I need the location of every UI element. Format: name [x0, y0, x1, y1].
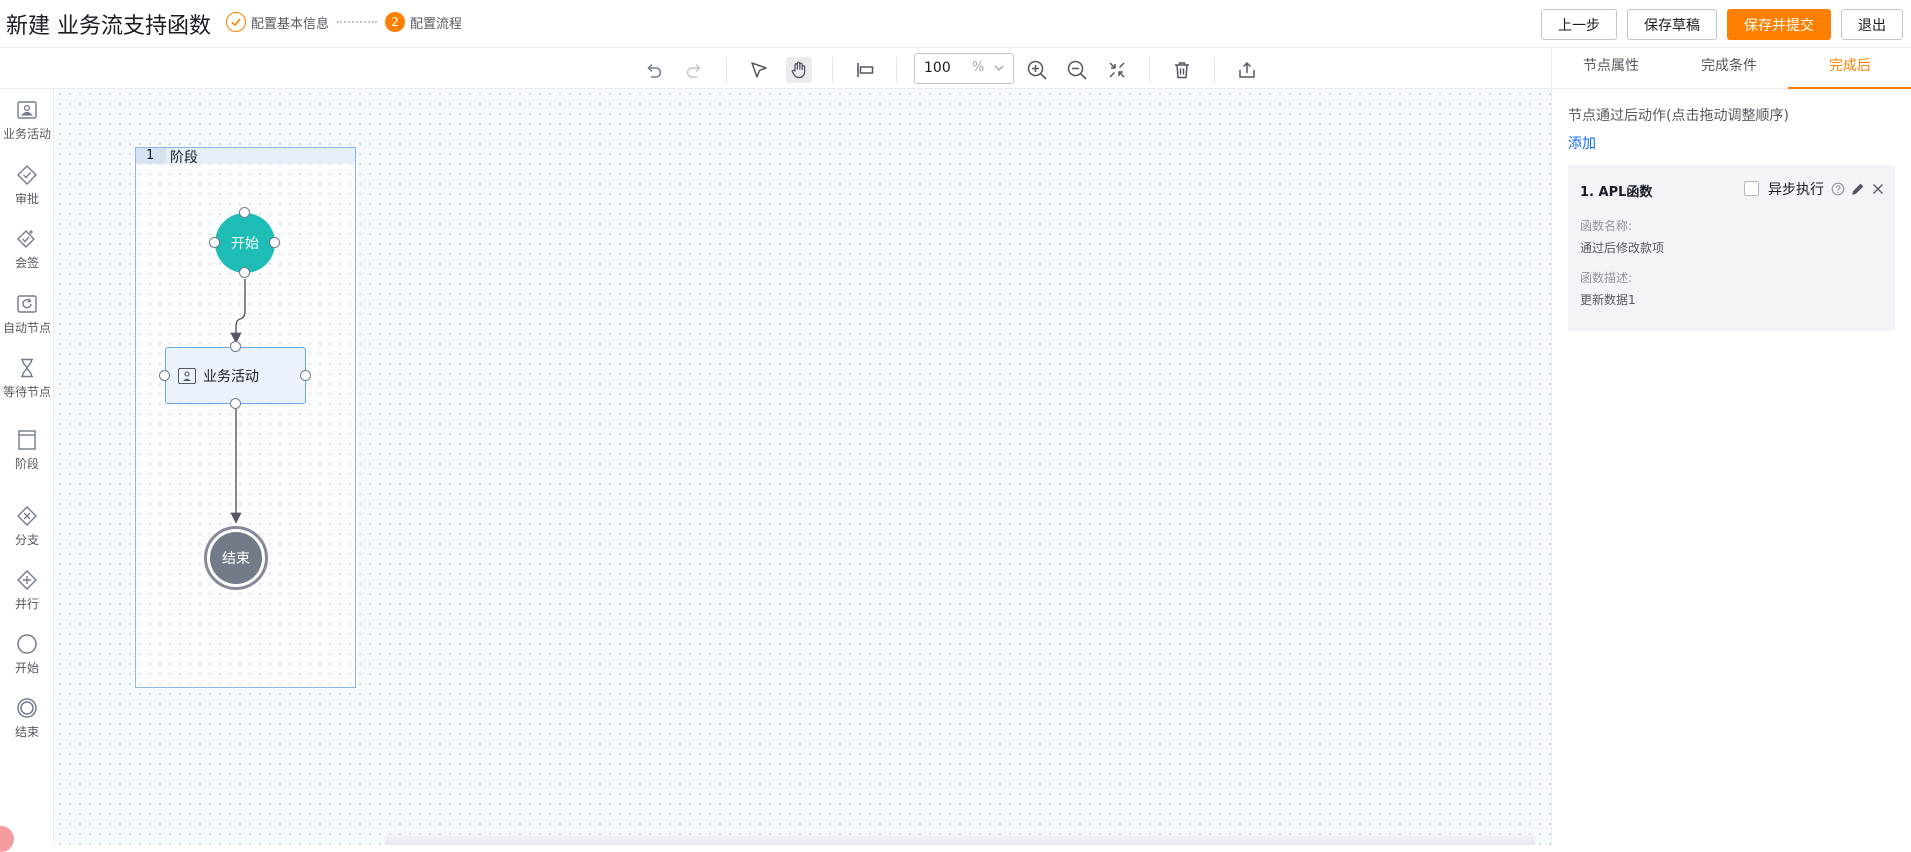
- edit-icon[interactable]: [1851, 181, 1865, 200]
- connection-port[interactable]: [269, 237, 280, 248]
- panel-tabs: 节点属性 完成条件 完成后: [1552, 49, 1911, 89]
- start-node-label: 开始: [231, 236, 259, 252]
- select-arrow-icon[interactable]: [746, 57, 772, 83]
- save-draft-button[interactable]: 保存草稿: [1627, 9, 1717, 40]
- tab-after-completion[interactable]: 完成后: [1788, 49, 1911, 89]
- start-circle-icon: [17, 634, 37, 654]
- connection-port[interactable]: [209, 237, 220, 248]
- connection-port[interactable]: [239, 207, 250, 218]
- tab-completion-conditions[interactable]: 完成条件: [1670, 49, 1788, 89]
- palette-item-countersign[interactable]: 会签: [0, 228, 54, 271]
- hourglass-icon: [21, 358, 33, 378]
- zoom-unit: %: [972, 60, 985, 75]
- undo-icon[interactable]: [641, 57, 667, 83]
- toolbar-divider: [726, 57, 727, 83]
- help-icon[interactable]: [1831, 181, 1845, 200]
- palette-item-stage[interactable]: 阶段: [0, 429, 54, 472]
- palette-item-parallel[interactable]: 并行: [0, 569, 54, 612]
- start-node[interactable]: 开始: [215, 213, 275, 273]
- properties-panel: 节点属性 完成条件 完成后 节点通过后动作(点击拖动调整顺序) 添加 1. AP…: [1551, 49, 1911, 845]
- end-node-label: 结束: [222, 551, 250, 567]
- step-label-flow: 配置流程: [410, 16, 463, 32]
- zoom-out-icon[interactable]: [1064, 57, 1090, 83]
- connection-port[interactable]: [230, 398, 241, 409]
- connection-port[interactable]: [300, 370, 311, 381]
- export-icon[interactable]: [1234, 57, 1260, 83]
- palette-item-business-activity[interactable]: 业务活动: [0, 99, 54, 142]
- connection-port[interactable]: [239, 267, 250, 278]
- action-card[interactable]: 1. APL函数 异步执行 函数名称: 通过后修改款项 函数描述: 更新数据1: [1568, 165, 1895, 331]
- palette-item-auto-node[interactable]: 自动节点: [0, 293, 54, 336]
- business-activity-icon: [178, 367, 196, 384]
- add-action-link[interactable]: 添加: [1568, 133, 1596, 153]
- flow-connectors: [230, 279, 246, 524]
- action-card-title: 1. APL函数: [1580, 185, 1653, 200]
- palette-item-wait-node[interactable]: 等待节点: [0, 357, 54, 400]
- prev-step-button[interactable]: 上一步: [1541, 9, 1617, 40]
- after-actions-description: 节点通过后动作(点击拖动调整顺序): [1568, 108, 1789, 124]
- delete-icon[interactable]: [1169, 57, 1195, 83]
- branch-icon: [17, 506, 37, 526]
- chevron-down-icon: [993, 62, 1005, 78]
- header-actions: 上一步 保存草稿 保存并提交 退出: [1541, 9, 1903, 40]
- countersign-icon: [17, 230, 35, 248]
- toolbar-divider: [896, 57, 897, 83]
- tab-node-properties[interactable]: 节点属性: [1552, 49, 1670, 89]
- palette-item-branch[interactable]: 分支: [0, 505, 54, 548]
- async-checkbox[interactable]: [1744, 181, 1759, 196]
- end-circle-icon: [17, 698, 37, 718]
- node-palette: 业务活动 审批 会签 自动节点 等待节点 阶段 分支 并行 开始 结束: [0, 89, 54, 845]
- auto-node-icon: [17, 295, 37, 313]
- exit-button[interactable]: 退出: [1841, 9, 1903, 40]
- canvas-toolbar: [0, 49, 1551, 89]
- connector-start-to-task: [230, 279, 246, 344]
- save-submit-button[interactable]: 保存并提交: [1727, 9, 1831, 40]
- page-title: 新建 业务流支持函数: [6, 14, 211, 39]
- palette-item-end[interactable]: 结束: [0, 697, 54, 740]
- toolbar-divider: [832, 57, 833, 83]
- toolbar-divider: [1149, 57, 1150, 83]
- zoom-in-icon[interactable]: [1024, 57, 1050, 83]
- step-label-basic: 配置基本信息: [251, 16, 330, 32]
- header-bar: 新建 业务流支持函数 配置基本信息 2 配置流程 上一步 保存草稿 保存并提交 …: [0, 0, 1911, 48]
- close-icon[interactable]: [1871, 181, 1885, 200]
- async-label: 异步执行: [1768, 182, 1824, 198]
- palette-item-approval[interactable]: 审批: [0, 164, 54, 207]
- function-desc-value: 更新数据1: [1580, 293, 1636, 307]
- zoom-level-select[interactable]: 100 %: [914, 53, 1014, 84]
- function-name-label: 函数名称:: [1580, 219, 1633, 233]
- task-node-label: 业务活动: [203, 368, 259, 385]
- flow-canvas[interactable]: 1 阶段 开始 业务活动 结束: [55, 89, 1551, 845]
- end-node[interactable]: 结束: [204, 526, 268, 590]
- business-activity-icon: [17, 101, 37, 119]
- function-desc-label: 函数描述:: [1580, 271, 1633, 285]
- end-node-inner: 结束: [210, 532, 262, 584]
- palette-item-start[interactable]: 开始: [0, 633, 54, 676]
- parallel-icon: [17, 570, 37, 590]
- canvas-scrollbar-shadow: [385, 831, 1535, 845]
- redo-icon[interactable]: [681, 57, 707, 83]
- fit-screen-icon[interactable]: [1104, 57, 1130, 83]
- step-number-badge: 2: [385, 12, 406, 32]
- function-name-value: 通过后修改款项: [1580, 241, 1665, 255]
- align-left-icon[interactable]: [852, 57, 878, 83]
- stage-icon: [18, 430, 36, 450]
- hand-pan-icon[interactable]: [786, 57, 812, 83]
- connection-port[interactable]: [159, 370, 170, 381]
- approval-icon: [17, 165, 37, 185]
- toolbar-divider: [1214, 57, 1215, 83]
- step-done-icon: [226, 12, 246, 32]
- connection-port[interactable]: [230, 341, 241, 352]
- step-divider: [337, 21, 378, 23]
- step-indicator: 配置基本信息 2 配置流程: [226, 12, 462, 32]
- task-node-business-activity[interactable]: 业务活动: [165, 347, 306, 404]
- zoom-value: 100: [924, 60, 951, 76]
